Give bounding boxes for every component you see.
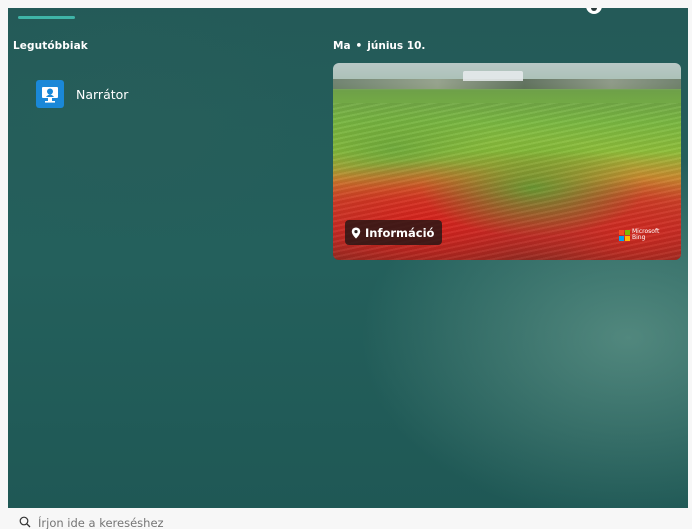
microsoft-logo-icon: [619, 230, 630, 241]
bing-logo-text: Microsoft Bing: [632, 229, 659, 241]
image-farm-buildings: [463, 71, 523, 81]
recent-item-label: Narrátor: [76, 86, 129, 102]
screen: Legutóbbiak Narrátor Ma • június 10. Inf…: [0, 0, 692, 529]
start-menu-panel: Legutóbbiak Narrátor Ma • június 10. Inf…: [8, 8, 688, 508]
search-bar[interactable]: [0, 508, 692, 529]
bing-logo-line2: Bing: [632, 234, 646, 241]
location-pin-icon: [351, 227, 361, 238]
active-tab-indicator: [18, 16, 75, 19]
search-icon: [19, 516, 31, 528]
info-button-label: Információ: [365, 225, 435, 240]
spotlight-image[interactable]: Információ Microsoft Bing: [333, 63, 681, 260]
date-separator: •: [355, 40, 363, 52]
info-button[interactable]: Információ: [345, 220, 443, 245]
microsoft-bing-logo: Microsoft Bing: [619, 229, 659, 241]
search-input[interactable]: [38, 516, 438, 529]
user-avatar-icon[interactable]: [586, 8, 602, 14]
recent-section-title: Legutóbbiak: [13, 40, 88, 52]
narrator-icon: [36, 80, 64, 108]
spotlight-day: Ma: [333, 40, 351, 52]
recent-item-narrator[interactable]: Narrátor: [36, 80, 128, 108]
spotlight-date-text: június 10.: [367, 40, 426, 52]
spotlight-date: Ma • június 10.: [333, 40, 425, 52]
